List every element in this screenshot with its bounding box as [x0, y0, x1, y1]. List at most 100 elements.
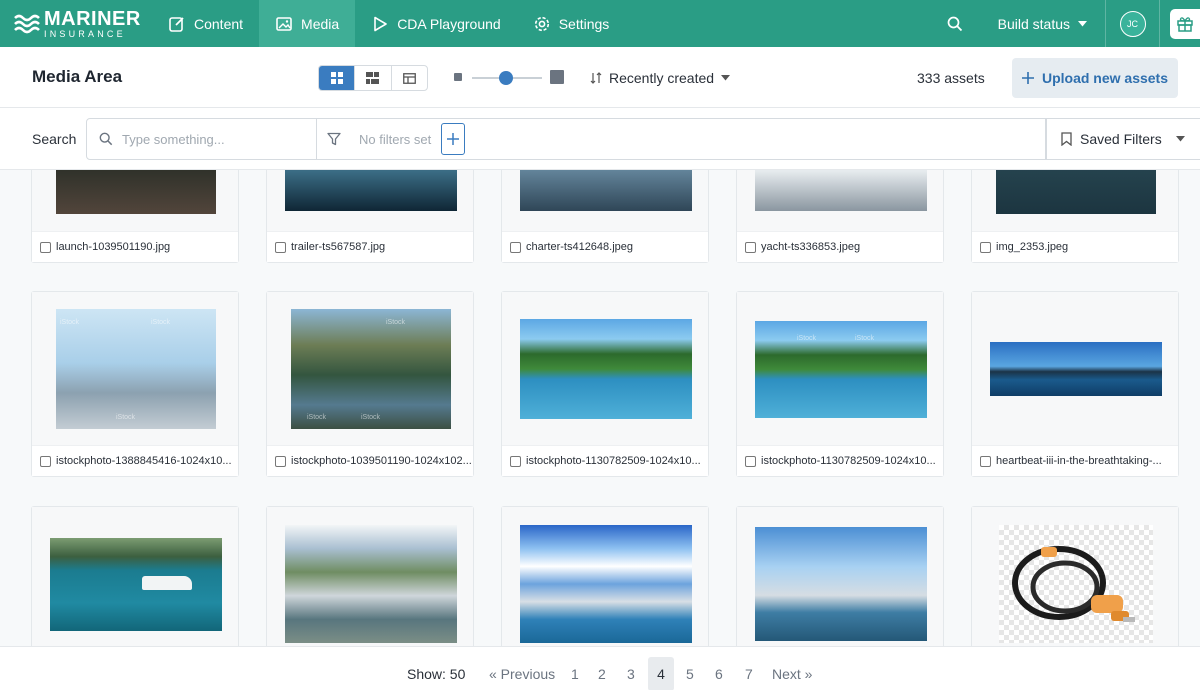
search-label: Search: [32, 131, 77, 147]
asset-checkbox[interactable]: [40, 455, 51, 467]
asset-filename: yacht-ts336853.jpeg: [761, 241, 861, 253]
asset-thumbnail: iStock iStock iStock: [291, 309, 451, 429]
asset-filename: img_2353.jpeg: [996, 241, 1069, 253]
asset-card[interactable]: img_2353.jpeg: [971, 170, 1179, 263]
asset-thumbnail: [520, 170, 692, 211]
asset-filename: launch-1039501190.jpg: [56, 241, 171, 253]
page-link-7[interactable]: 7: [745, 666, 753, 682]
sort-icon: [590, 72, 602, 84]
asset-card[interactable]: [266, 506, 474, 646]
upload-label: Upload new assets: [1041, 70, 1169, 86]
asset-thumbnail: [520, 525, 692, 643]
asset-card[interactable]: [736, 506, 944, 646]
asset-thumbnail: iStock iStock: [755, 321, 927, 418]
sort-dropdown[interactable]: Recently created: [590, 70, 731, 86]
asset-checkbox[interactable]: [275, 241, 286, 253]
asset-card[interactable]: trailer-ts567587.jpg: [266, 170, 474, 263]
nav-item-label: Settings: [558, 15, 610, 32]
masonry-view-button[interactable]: [355, 66, 392, 90]
page-link-3[interactable]: 3: [627, 666, 635, 682]
pagination: Show: 50 « Previous 1 2 3 4 5 6 7 Next »: [0, 646, 1200, 690]
asset-filename: charter-ts412648.jpeg: [526, 241, 634, 253]
no-filters-text: No filters set: [359, 131, 432, 147]
asset-thumbnail: [755, 170, 927, 211]
asset-checkbox[interactable]: [510, 241, 521, 253]
brand-name: MARINER: [44, 7, 141, 30]
asset-card[interactable]: yacht-ts336853.jpeg: [736, 170, 944, 263]
previous-page-link[interactable]: « Previous: [489, 666, 555, 682]
waves-logo-icon: [14, 14, 40, 33]
page-link-2[interactable]: 2: [598, 666, 606, 682]
large-thumb-icon[interactable]: [550, 70, 564, 84]
asset-card[interactable]: iStock iStock iStock istockphoto-1388845…: [31, 291, 239, 477]
nav-item-label: CDA Playground: [397, 15, 501, 32]
asset-thumbnail: [520, 319, 692, 419]
asset-checkbox[interactable]: [745, 455, 756, 467]
asset-card[interactable]: heartbeat-iii-in-the-breathtaking-...: [971, 291, 1179, 477]
small-thumb-icon[interactable]: [454, 73, 462, 81]
asset-checkbox[interactable]: [510, 455, 521, 467]
masonry-icon: [366, 72, 380, 84]
whats-new-button[interactable]: [1170, 8, 1200, 39]
page-link-4-current[interactable]: 4: [648, 657, 674, 690]
asset-card[interactable]: [31, 506, 239, 646]
asset-filename: istockphoto-1039501190-1024x102...: [291, 455, 472, 467]
asset-card[interactable]: [501, 506, 709, 646]
asset-thumbnail: [990, 342, 1162, 396]
asset-checkbox[interactable]: [980, 241, 991, 253]
page-link-6[interactable]: 6: [715, 666, 723, 682]
user-avatar[interactable]: JC: [1119, 10, 1146, 37]
nav-item-cda-playground[interactable]: CDA Playground: [355, 0, 517, 47]
nav-item-label: Media: [301, 15, 340, 32]
filter-bar: Search No filters set Saved Filters: [0, 108, 1200, 170]
nav-item-settings[interactable]: Settings: [517, 0, 626, 47]
asset-thumbnail: [50, 538, 222, 631]
view-mode-switch: [318, 65, 428, 91]
edit-icon: [169, 16, 184, 32]
search-icon: [947, 16, 962, 31]
page-title: Media Area: [32, 67, 123, 86]
search-input[interactable]: [122, 131, 302, 147]
nav-item-label: Content: [194, 15, 244, 32]
brand-subname: INSURANCE: [44, 28, 126, 39]
asset-count: 333 assets: [917, 70, 985, 86]
asset-card[interactable]: [971, 506, 1179, 646]
asset-card[interactable]: istockphoto-1130782509-1024x10...: [501, 291, 709, 477]
image-icon: [276, 16, 292, 31]
grid-view-button[interactable]: [319, 66, 356, 90]
page-size-selector[interactable]: Show: 50: [407, 666, 465, 682]
saved-filters-label: Saved Filters: [1080, 131, 1162, 147]
asset-filename: istockphoto-1388845416-1024x10...: [56, 455, 232, 467]
caret-down-icon: [1078, 20, 1087, 26]
asset-checkbox[interactable]: [980, 455, 991, 467]
asset-thumbnail: [285, 525, 457, 643]
play-icon: [374, 16, 387, 31]
brand-logo[interactable]: MARINER INSURANCE: [0, 0, 152, 47]
asset-checkbox[interactable]: [745, 241, 756, 253]
asset-card[interactable]: charter-ts412648.jpeg: [501, 170, 709, 263]
grid-icon: [330, 72, 343, 84]
add-filter-button[interactable]: [441, 123, 466, 155]
asset-grid: launch-1039501190.jpg trailer-ts567587.j…: [0, 170, 1200, 646]
nav-item-media[interactable]: Media: [259, 0, 356, 47]
global-search-button[interactable]: [930, 0, 980, 47]
table-view-button[interactable]: [392, 66, 427, 90]
upload-new-assets-button[interactable]: Upload new assets: [1012, 58, 1178, 98]
cable-lock-icon: [1012, 546, 1135, 622]
asset-card[interactable]: launch-1039501190.jpg: [31, 170, 239, 263]
page-link-5[interactable]: 5: [686, 666, 694, 682]
asset-thumbnail: [755, 527, 927, 641]
nav-item-content[interactable]: Content: [152, 0, 259, 47]
thumbnail-size-slider-handle[interactable]: [499, 71, 513, 85]
asset-thumbnail: [996, 170, 1156, 214]
gift-icon: [1177, 16, 1193, 32]
asset-card[interactable]: iStock iStock istockphoto-1130782509-102…: [736, 291, 944, 477]
asset-filename: istockphoto-1130782509-1024x10...: [526, 455, 701, 467]
asset-checkbox[interactable]: [275, 455, 286, 467]
next-page-link[interactable]: Next »: [772, 666, 812, 682]
asset-card[interactable]: iStock iStock iStock istockphoto-1039501…: [266, 291, 474, 477]
page-link-1[interactable]: 1: [571, 666, 579, 682]
saved-filters-dropdown[interactable]: Saved Filters: [1046, 118, 1200, 160]
asset-checkbox[interactable]: [40, 241, 51, 253]
build-status-dropdown[interactable]: Build status: [980, 0, 1106, 47]
